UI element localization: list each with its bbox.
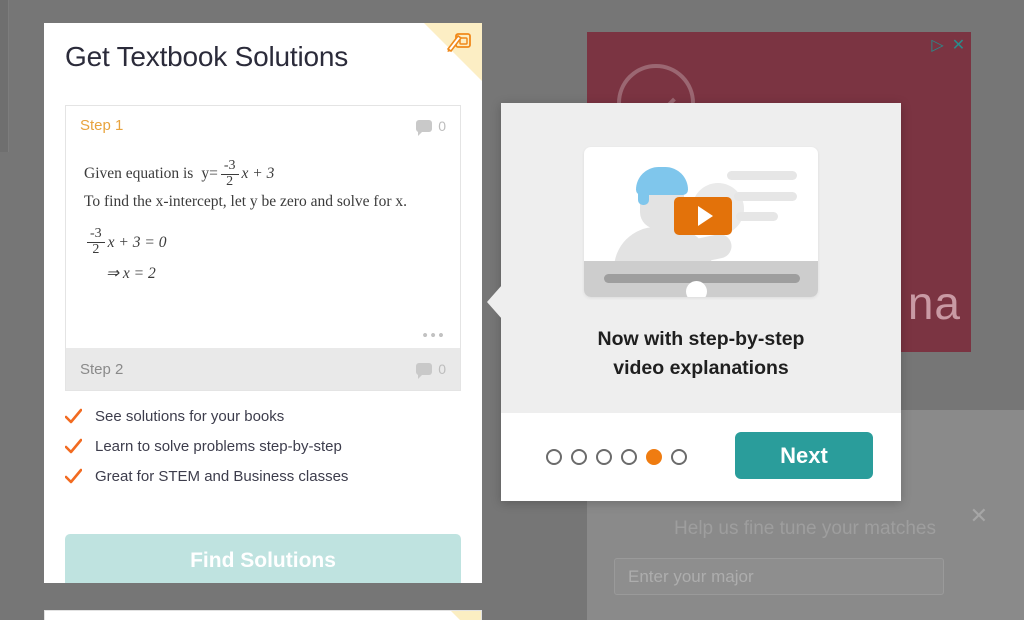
math-line2: To find the x-intercept, let y be zero a…: [84, 193, 408, 211]
fraction-2-numerator: -3: [87, 227, 105, 244]
pagination-dot[interactable]: [596, 449, 612, 465]
fraction-2: -3 2: [87, 227, 105, 257]
step2-header[interactable]: Step 2 0: [66, 348, 460, 390]
tooltip-body: Now with step-by-step video explanations: [487, 103, 901, 413]
fraction-1-denominator: 2: [226, 173, 234, 189]
benefit-label: Great for STEM and Business classes: [95, 468, 349, 485]
page-title: Get Textbook Solutions: [65, 41, 349, 72]
pagination-dot[interactable]: [546, 449, 562, 465]
fraction-1: -3 2: [220, 158, 239, 189]
math-solution: Given equation is y= -3 2 x + 3 To find …: [66, 145, 460, 348]
check-icon: [65, 408, 82, 424]
survey-title: Help us fine tune your matches: [674, 518, 936, 539]
step1-comment-count[interactable]: 0: [416, 117, 446, 136]
pagination-dot[interactable]: [571, 449, 587, 465]
left-edge-rail: [0, 0, 9, 152]
comment-bubble-icon: [416, 119, 433, 136]
play-button-icon: [674, 197, 732, 235]
math-line1-lhs: y=: [201, 165, 218, 183]
video-illustration: [584, 147, 818, 297]
more-ellipsis-icon[interactable]: •••: [422, 327, 446, 344]
step2-comment-number: 0: [438, 361, 446, 377]
ad-word-fragment: na: [907, 277, 961, 329]
tooltip-headline-line2: video explanations: [613, 357, 789, 380]
step1-label: Step 1: [80, 117, 124, 134]
benefit-label: See solutions for your books: [95, 408, 285, 425]
step1-comment-number: 0: [438, 117, 446, 134]
check-icon: [65, 468, 82, 484]
onboarding-tooltip: Now with step-by-step video explanations…: [487, 103, 901, 501]
step2-comment-count[interactable]: 0: [416, 361, 446, 379]
math-line1-prefix: Given equation is: [84, 165, 194, 183]
text-line-placeholder: [736, 212, 778, 221]
text-line-placeholder: [727, 171, 797, 180]
video-scrubber-bar: [584, 261, 818, 297]
pagination-dots: [546, 449, 687, 465]
textbook-solutions-card: Get Textbook Solutions Step 1 0 Given eq…: [44, 23, 482, 583]
person-hair: [636, 167, 688, 205]
ad-controls: ▷ ✕: [928, 36, 968, 55]
solution-box: Step 1 0 Given equation is y= -3 2 x + 3…: [65, 105, 461, 391]
tooltip-footer: Next: [501, 413, 901, 501]
math-line1-suffix: x + 3: [241, 165, 275, 183]
step2-label: Step 2: [80, 360, 124, 378]
pagination-dot[interactable]: [671, 449, 687, 465]
books-pencil-icon: [447, 33, 471, 53]
math-equation-rest: x + 3 = 0: [107, 233, 167, 251]
pagination-dot[interactable]: [621, 449, 637, 465]
fraction-2-denominator: 2: [92, 242, 100, 258]
pagination-dot-active[interactable]: [646, 449, 662, 465]
major-input[interactable]: Enter your major: [614, 558, 944, 595]
tooltip-arrow: [487, 285, 502, 319]
find-solutions-button[interactable]: Find Solutions: [65, 534, 461, 583]
benefit-label: Learn to solve problems step-by-step: [95, 438, 342, 455]
fraction-1-numerator: -3: [220, 158, 239, 175]
benefits-list: See solutions for your books Learn to so…: [65, 408, 465, 498]
math-result: ⇒ x = 2: [106, 264, 156, 282]
next-button[interactable]: Next: [735, 432, 873, 479]
step1-header[interactable]: Step 1 0: [66, 106, 460, 145]
ad-close-icon[interactable]: ✕: [949, 36, 968, 55]
check-icon: [65, 438, 82, 454]
list-item: Great for STEM and Business classes: [65, 468, 465, 485]
list-item: See solutions for your books: [65, 408, 465, 425]
scrubber-knob: [686, 281, 707, 297]
card-corner-ribbon: [451, 611, 481, 620]
tooltip-headline-line1: Now with step-by-step: [597, 328, 805, 350]
adchoices-icon[interactable]: ▷: [928, 36, 947, 55]
scrubber-track: [604, 274, 800, 297]
play-triangle-icon: [697, 206, 713, 226]
tooltip-headline: Now with step-by-step video explanations: [501, 325, 901, 384]
next-card-preview[interactable]: [44, 610, 482, 620]
comment-bubble-icon: [416, 363, 433, 379]
list-item: Learn to solve problems step-by-step: [65, 438, 465, 455]
text-line-placeholder: [734, 192, 797, 201]
